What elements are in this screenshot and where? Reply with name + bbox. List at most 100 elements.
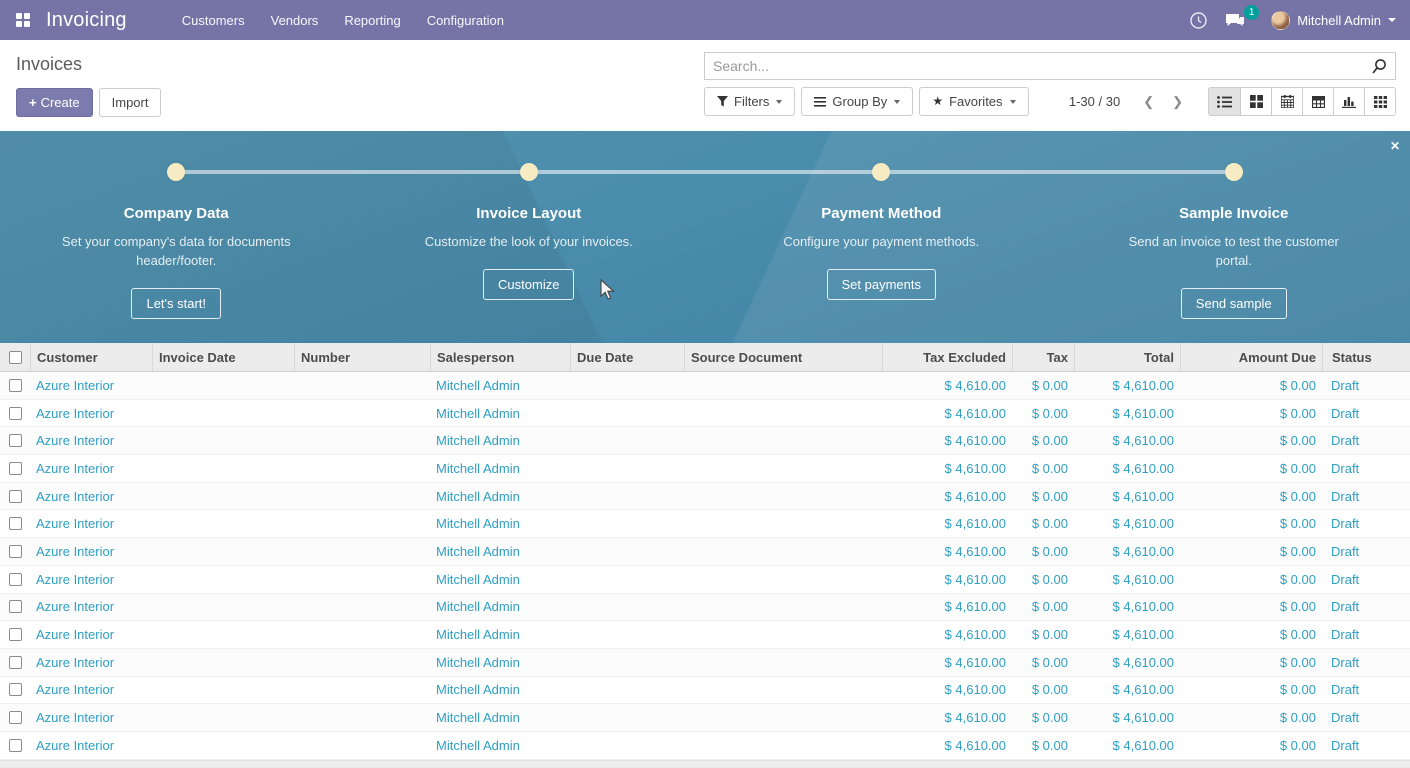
row-checkbox[interactable] <box>9 545 22 558</box>
customer-cell: Azure Interior <box>30 489 152 504</box>
amount-due-cell: $ 0.00 <box>1180 599 1322 614</box>
close-banner-button[interactable]: ✕ <box>1390 139 1400 153</box>
status-cell: Draft <box>1322 682 1402 697</box>
invoice-row[interactable]: Azure Interior Mitchell Admin $ 4,610.00… <box>0 483 1410 511</box>
activities-clock-icon[interactable] <box>1190 12 1207 29</box>
row-checkbox[interactable] <box>9 600 22 613</box>
column-header-tax[interactable]: Tax <box>1012 343 1074 371</box>
calendar-view-button[interactable] <box>1271 88 1302 115</box>
row-checkbox[interactable] <box>9 656 22 669</box>
list-view-button[interactable] <box>1209 88 1240 115</box>
invoice-row[interactable]: Azure Interior Mitchell Admin $ 4,610.00… <box>0 594 1410 622</box>
set-payments-button[interactable]: Set payments <box>827 269 937 300</box>
customize-button[interactable]: Customize <box>483 269 574 300</box>
row-checkbox[interactable] <box>9 573 22 586</box>
row-checkbox[interactable] <box>9 739 22 752</box>
salesperson-cell: Mitchell Admin <box>430 655 570 670</box>
amount-due-cell: $ 0.00 <box>1180 710 1322 725</box>
status-cell: Draft <box>1322 516 1402 531</box>
invoice-row[interactable]: Azure Interior Mitchell Admin $ 4,610.00… <box>0 732 1410 760</box>
row-select-cell <box>0 517 30 530</box>
row-checkbox[interactable] <box>9 490 22 503</box>
row-select-cell <box>0 573 30 586</box>
row-checkbox[interactable] <box>9 434 22 447</box>
nav-item-vendors[interactable]: Vendors <box>258 0 332 40</box>
row-checkbox[interactable] <box>9 407 22 420</box>
pivot-view-button[interactable] <box>1302 88 1333 115</box>
customer-cell: Azure Interior <box>30 544 152 559</box>
column-header-due-date[interactable]: Due Date <box>570 343 684 371</box>
invoice-row[interactable]: Azure Interior Mitchell Admin $ 4,610.00… <box>0 427 1410 455</box>
total-cell: $ 4,610.00 <box>1074 572 1180 587</box>
nav-item-configuration[interactable]: Configuration <box>414 0 517 40</box>
row-checkbox[interactable] <box>9 379 22 392</box>
invoice-row[interactable]: Azure Interior Mitchell Admin $ 4,610.00… <box>0 649 1410 677</box>
invoice-row[interactable]: Azure Interior Mitchell Admin $ 4,610.00… <box>0 455 1410 483</box>
invoice-row[interactable]: Azure Interior Mitchell Admin $ 4,610.00… <box>0 538 1410 566</box>
pager-next-button[interactable]: ❯ <box>1163 90 1192 114</box>
search-input[interactable] <box>705 58 1363 74</box>
favorites-dropdown[interactable]: ★ Favorites <box>919 87 1028 116</box>
tax-excluded-cell: $ 4,610.00 <box>882 710 1012 725</box>
nav-item-reporting[interactable]: Reporting <box>331 0 413 40</box>
favorites-label: Favorites <box>949 93 1002 110</box>
row-checkbox[interactable] <box>9 462 22 475</box>
column-header-customer[interactable]: Customer <box>30 343 152 371</box>
invoice-row[interactable]: Azure Interior Mitchell Admin $ 4,610.00… <box>0 566 1410 594</box>
status-cell: Draft <box>1322 406 1402 421</box>
filters-dropdown[interactable]: Filters <box>704 87 795 116</box>
invoice-row[interactable]: Azure Interior Mitchell Admin $ 4,610.00… <box>0 400 1410 428</box>
group-by-dropdown[interactable]: Group By <box>801 87 913 116</box>
messages-icon[interactable]: 1 <box>1225 12 1245 29</box>
nav-item-customers[interactable]: Customers <box>169 0 258 40</box>
tax-cell: $ 0.00 <box>1012 378 1074 393</box>
user-menu-name[interactable]: Mitchell Admin <box>1297 13 1381 28</box>
import-button[interactable]: Import <box>99 88 162 117</box>
onboarding-step-sample-invoice: Sample Invoice Send an invoice to test t… <box>1058 131 1410 343</box>
graph-view-button[interactable] <box>1333 88 1364 115</box>
status-cell: Draft <box>1322 489 1402 504</box>
row-checkbox[interactable] <box>9 683 22 696</box>
row-checkbox[interactable] <box>9 711 22 724</box>
column-header-salesperson[interactable]: Salesperson <box>430 343 570 371</box>
select-all-checkbox[interactable] <box>9 351 22 364</box>
lets-start-button[interactable]: Let's start! <box>131 288 221 319</box>
column-header-tax-excluded[interactable]: Tax Excluded <box>882 343 1012 371</box>
create-button[interactable]: +Create <box>16 88 93 117</box>
column-header-total[interactable]: Total <box>1074 343 1180 371</box>
step-title: Company Data <box>124 205 229 222</box>
activity-view-button[interactable] <box>1364 88 1395 115</box>
search-button[interactable] <box>1363 58 1395 74</box>
filter-icon <box>717 96 728 107</box>
total-cell: $ 4,610.00 <box>1074 655 1180 670</box>
top-navbar: Invoicing Customers Vendors Reporting Co… <box>0 0 1410 40</box>
total-cell: $ 4,610.00 <box>1074 489 1180 504</box>
row-checkbox[interactable] <box>9 517 22 530</box>
tax-cell: $ 0.00 <box>1012 710 1074 725</box>
column-header-amount-due[interactable]: Amount Due <box>1180 343 1322 371</box>
tax-excluded-cell: $ 4,610.00 <box>882 738 1012 753</box>
invoice-row[interactable]: Azure Interior Mitchell Admin $ 4,610.00… <box>0 677 1410 705</box>
user-avatar[interactable] <box>1271 11 1290 30</box>
user-menu-caret-icon[interactable] <box>1388 18 1396 22</box>
column-header-status[interactable]: Status <box>1322 343 1402 371</box>
row-checkbox[interactable] <box>9 628 22 641</box>
kanban-view-button[interactable] <box>1240 88 1271 115</box>
onboarding-banner: ✕ Company Data Set your company's data f… <box>0 131 1410 343</box>
column-header-source-document[interactable]: Source Document <box>684 343 882 371</box>
invoice-row[interactable]: Azure Interior Mitchell Admin $ 4,610.00… <box>0 372 1410 400</box>
horizontal-scrollbar[interactable] <box>0 760 1410 768</box>
column-header-invoice-date[interactable]: Invoice Date <box>152 343 294 371</box>
send-sample-button[interactable]: Send sample <box>1181 288 1287 319</box>
list-view-icon <box>1217 96 1232 108</box>
pager-previous-button[interactable]: ❮ <box>1134 90 1163 114</box>
app-brand[interactable]: Invoicing <box>46 9 127 32</box>
amount-due-cell: $ 0.00 <box>1180 489 1322 504</box>
customer-cell: Azure Interior <box>30 406 152 421</box>
invoice-row[interactable]: Azure Interior Mitchell Admin $ 4,610.00… <box>0 621 1410 649</box>
invoice-row[interactable]: Azure Interior Mitchell Admin $ 4,610.00… <box>0 704 1410 732</box>
column-header-number[interactable]: Number <box>294 343 430 371</box>
apps-menu-icon[interactable] <box>0 0 46 40</box>
salesperson-cell: Mitchell Admin <box>430 710 570 725</box>
invoice-row[interactable]: Azure Interior Mitchell Admin $ 4,610.00… <box>0 510 1410 538</box>
